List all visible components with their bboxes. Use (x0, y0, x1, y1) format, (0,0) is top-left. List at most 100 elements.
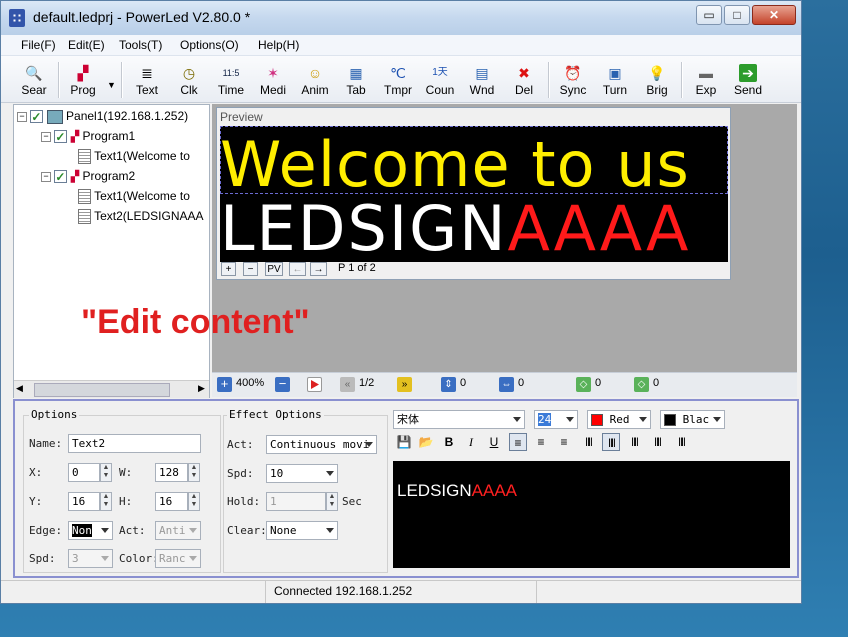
valign-bottom-icon[interactable]: ‖‖ (625, 433, 643, 451)
h-field[interactable]: 16 (155, 492, 188, 511)
align-left-icon[interactable]: ≡ (509, 433, 527, 451)
editor-content[interactable]: LEDSIGNAAAA (397, 481, 517, 501)
scroll-right-icon[interactable]: ▶ (198, 383, 205, 394)
background-color-select[interactable]: Blac (660, 410, 725, 429)
height-adjust-icon[interactable]: ◇ (576, 377, 591, 392)
y-stepper[interactable]: ▲ ▼ (100, 492, 112, 511)
w-stepper[interactable]: ▲ ▼ (188, 463, 200, 482)
font-size-select[interactable]: 24 (534, 410, 578, 429)
align-center-icon[interactable]: ≡ (532, 433, 550, 451)
preview-window[interactable]: Preview Welcome to us LEDSIGNAAAA + − PV… (216, 107, 731, 280)
next-icon[interactable]: » (397, 377, 412, 392)
tool-time[interactable]: 11:5 Time (211, 58, 251, 100)
tool-counter[interactable]: 1天 Coun (420, 58, 460, 100)
pv-button[interactable]: PV (265, 262, 283, 276)
effect-act-select[interactable]: Continuous movi (266, 435, 377, 454)
zoom-in-icon[interactable]: + (217, 377, 232, 392)
italic-button[interactable]: I (462, 433, 480, 451)
spacing-icon[interactable]: ‖‖ (648, 433, 666, 451)
font-select[interactable]: 宋体 (393, 410, 525, 429)
x-field[interactable]: 0 (68, 463, 100, 482)
tool-clock[interactable]: ◷ Clk (169, 58, 209, 100)
title-bar[interactable]: default.ledprj - PowerLed V2.80.0 * ▭ □ … (1, 1, 801, 35)
width-adjust-icon[interactable]: ◇ (634, 377, 649, 392)
w-label: W: (119, 466, 133, 479)
tree-item-text2[interactable]: Text2(LEDSIGNAAA (78, 206, 204, 226)
zoom-out-button[interactable]: − (243, 262, 258, 276)
tool-turn[interactable]: ▣ Turn (595, 58, 635, 100)
collapse-icon[interactable]: − (41, 131, 51, 142)
minimize-button[interactable]: ▭ (696, 5, 722, 25)
tool-text[interactable]: ≣ Text (127, 58, 167, 100)
name-field[interactable]: Text2 (68, 434, 201, 453)
smiley-icon: ☺ (307, 65, 323, 81)
color-select[interactable]: Ranc (155, 549, 201, 568)
tool-program[interactable]: ▞ Prog (63, 58, 103, 100)
valign-top-icon[interactable]: ‖‖ (579, 433, 597, 451)
menu-tools[interactable]: Tools(T) (119, 38, 162, 52)
tree-item-program1[interactable]: − ▞ Program1 (41, 126, 135, 147)
status-divider (265, 581, 266, 603)
tree-item-program2[interactable]: − ▞ Program2 (41, 166, 135, 187)
valign-middle-icon[interactable]: ‖‖ (602, 433, 620, 451)
tool-send[interactable]: ➔ Send (728, 58, 768, 100)
effect-spd-select[interactable]: 10 (266, 464, 338, 483)
w-field[interactable]: 128 (155, 463, 188, 482)
hold-stepper[interactable]: ▲ ▼ (326, 492, 338, 511)
tool-media[interactable]: ✶ Medi (253, 58, 293, 100)
h-stepper[interactable]: ▲ ▼ (188, 492, 200, 511)
act-select[interactable]: Anti (155, 521, 201, 540)
tool-temperature[interactable]: ℃ Tmpr (378, 58, 418, 100)
tree-item-panel[interactable]: − Panel1(192.168.1.252) (17, 106, 188, 127)
checkbox[interactable] (54, 167, 68, 187)
tool-window[interactable]: ▤ Wnd (462, 58, 502, 100)
menu-help[interactable]: Help(H) (258, 38, 299, 52)
checkbox[interactable] (30, 107, 44, 127)
tool-sync[interactable]: ⏰ Sync (553, 58, 593, 100)
chevron-down-icon[interactable]: ▼ (107, 80, 116, 90)
tree-horizontal-scrollbar[interactable]: ◀ ▶ (14, 380, 209, 398)
zoom-in-button[interactable]: + (221, 262, 236, 276)
checkbox[interactable] (54, 127, 68, 147)
menu-edit[interactable]: Edit(E) (68, 38, 105, 52)
edge-select[interactable]: Non (68, 521, 113, 540)
open-folder-icon[interactable]: 📂 (417, 433, 435, 451)
x-stepper[interactable]: ▲ ▼ (100, 463, 112, 482)
spd-select[interactable]: 3 (68, 549, 113, 568)
menu-file[interactable]: File(F) (21, 38, 56, 52)
collapse-icon[interactable]: − (41, 171, 51, 182)
prev-page-button[interactable]: ← (289, 262, 306, 276)
y-field[interactable]: 16 (68, 492, 100, 511)
collapse-icon[interactable]: − (17, 111, 27, 122)
maximize-button[interactable]: □ (724, 5, 750, 25)
align-right-icon[interactable]: ≡ (555, 433, 573, 451)
close-button[interactable]: ✕ (752, 5, 796, 25)
menu-options[interactable]: Options(O) (180, 38, 239, 52)
search-icon: 🔍 (25, 65, 43, 81)
tree-item-text1[interactable]: Text1(Welcome to (78, 186, 190, 206)
foreground-color-select[interactable]: Red (587, 410, 651, 429)
effect-clear-select[interactable]: None (266, 521, 338, 540)
tree-item-text1[interactable]: Text1(Welcome to (78, 146, 190, 166)
effect-hold-field[interactable]: 1 (266, 492, 326, 511)
tool-export[interactable]: ▬ Exp (686, 58, 726, 100)
effect-hold-label: Hold: (227, 495, 261, 508)
save-icon[interactable]: 💾 (395, 433, 413, 451)
vertical-move-icon[interactable]: ⇕ (441, 377, 456, 392)
play-icon[interactable] (307, 377, 322, 392)
tool-delete[interactable]: ✖ Del (504, 58, 544, 100)
tool-brightness[interactable]: 💡 Brig (637, 58, 677, 100)
tool-table[interactable]: ▦ Tab (336, 58, 376, 100)
horizontal-move-icon[interactable]: ⇔ (499, 377, 514, 392)
scroll-left-icon[interactable]: ◀ (16, 383, 23, 394)
text-editor[interactable]: LEDSIGNAAAA (393, 461, 790, 568)
underline-button[interactable]: U (485, 433, 503, 451)
scroll-thumb[interactable] (34, 383, 170, 397)
zoom-out-icon[interactable]: − (275, 377, 290, 392)
tool-animation[interactable]: ☺ Anim (295, 58, 335, 100)
next-page-button[interactable]: → (310, 262, 327, 276)
bold-button[interactable]: B (440, 433, 458, 451)
tool-search[interactable]: 🔍 Sear (14, 58, 54, 100)
prev-icon[interactable]: « (340, 377, 355, 392)
line-spacing-icon[interactable]: ‖‖ (672, 433, 690, 451)
